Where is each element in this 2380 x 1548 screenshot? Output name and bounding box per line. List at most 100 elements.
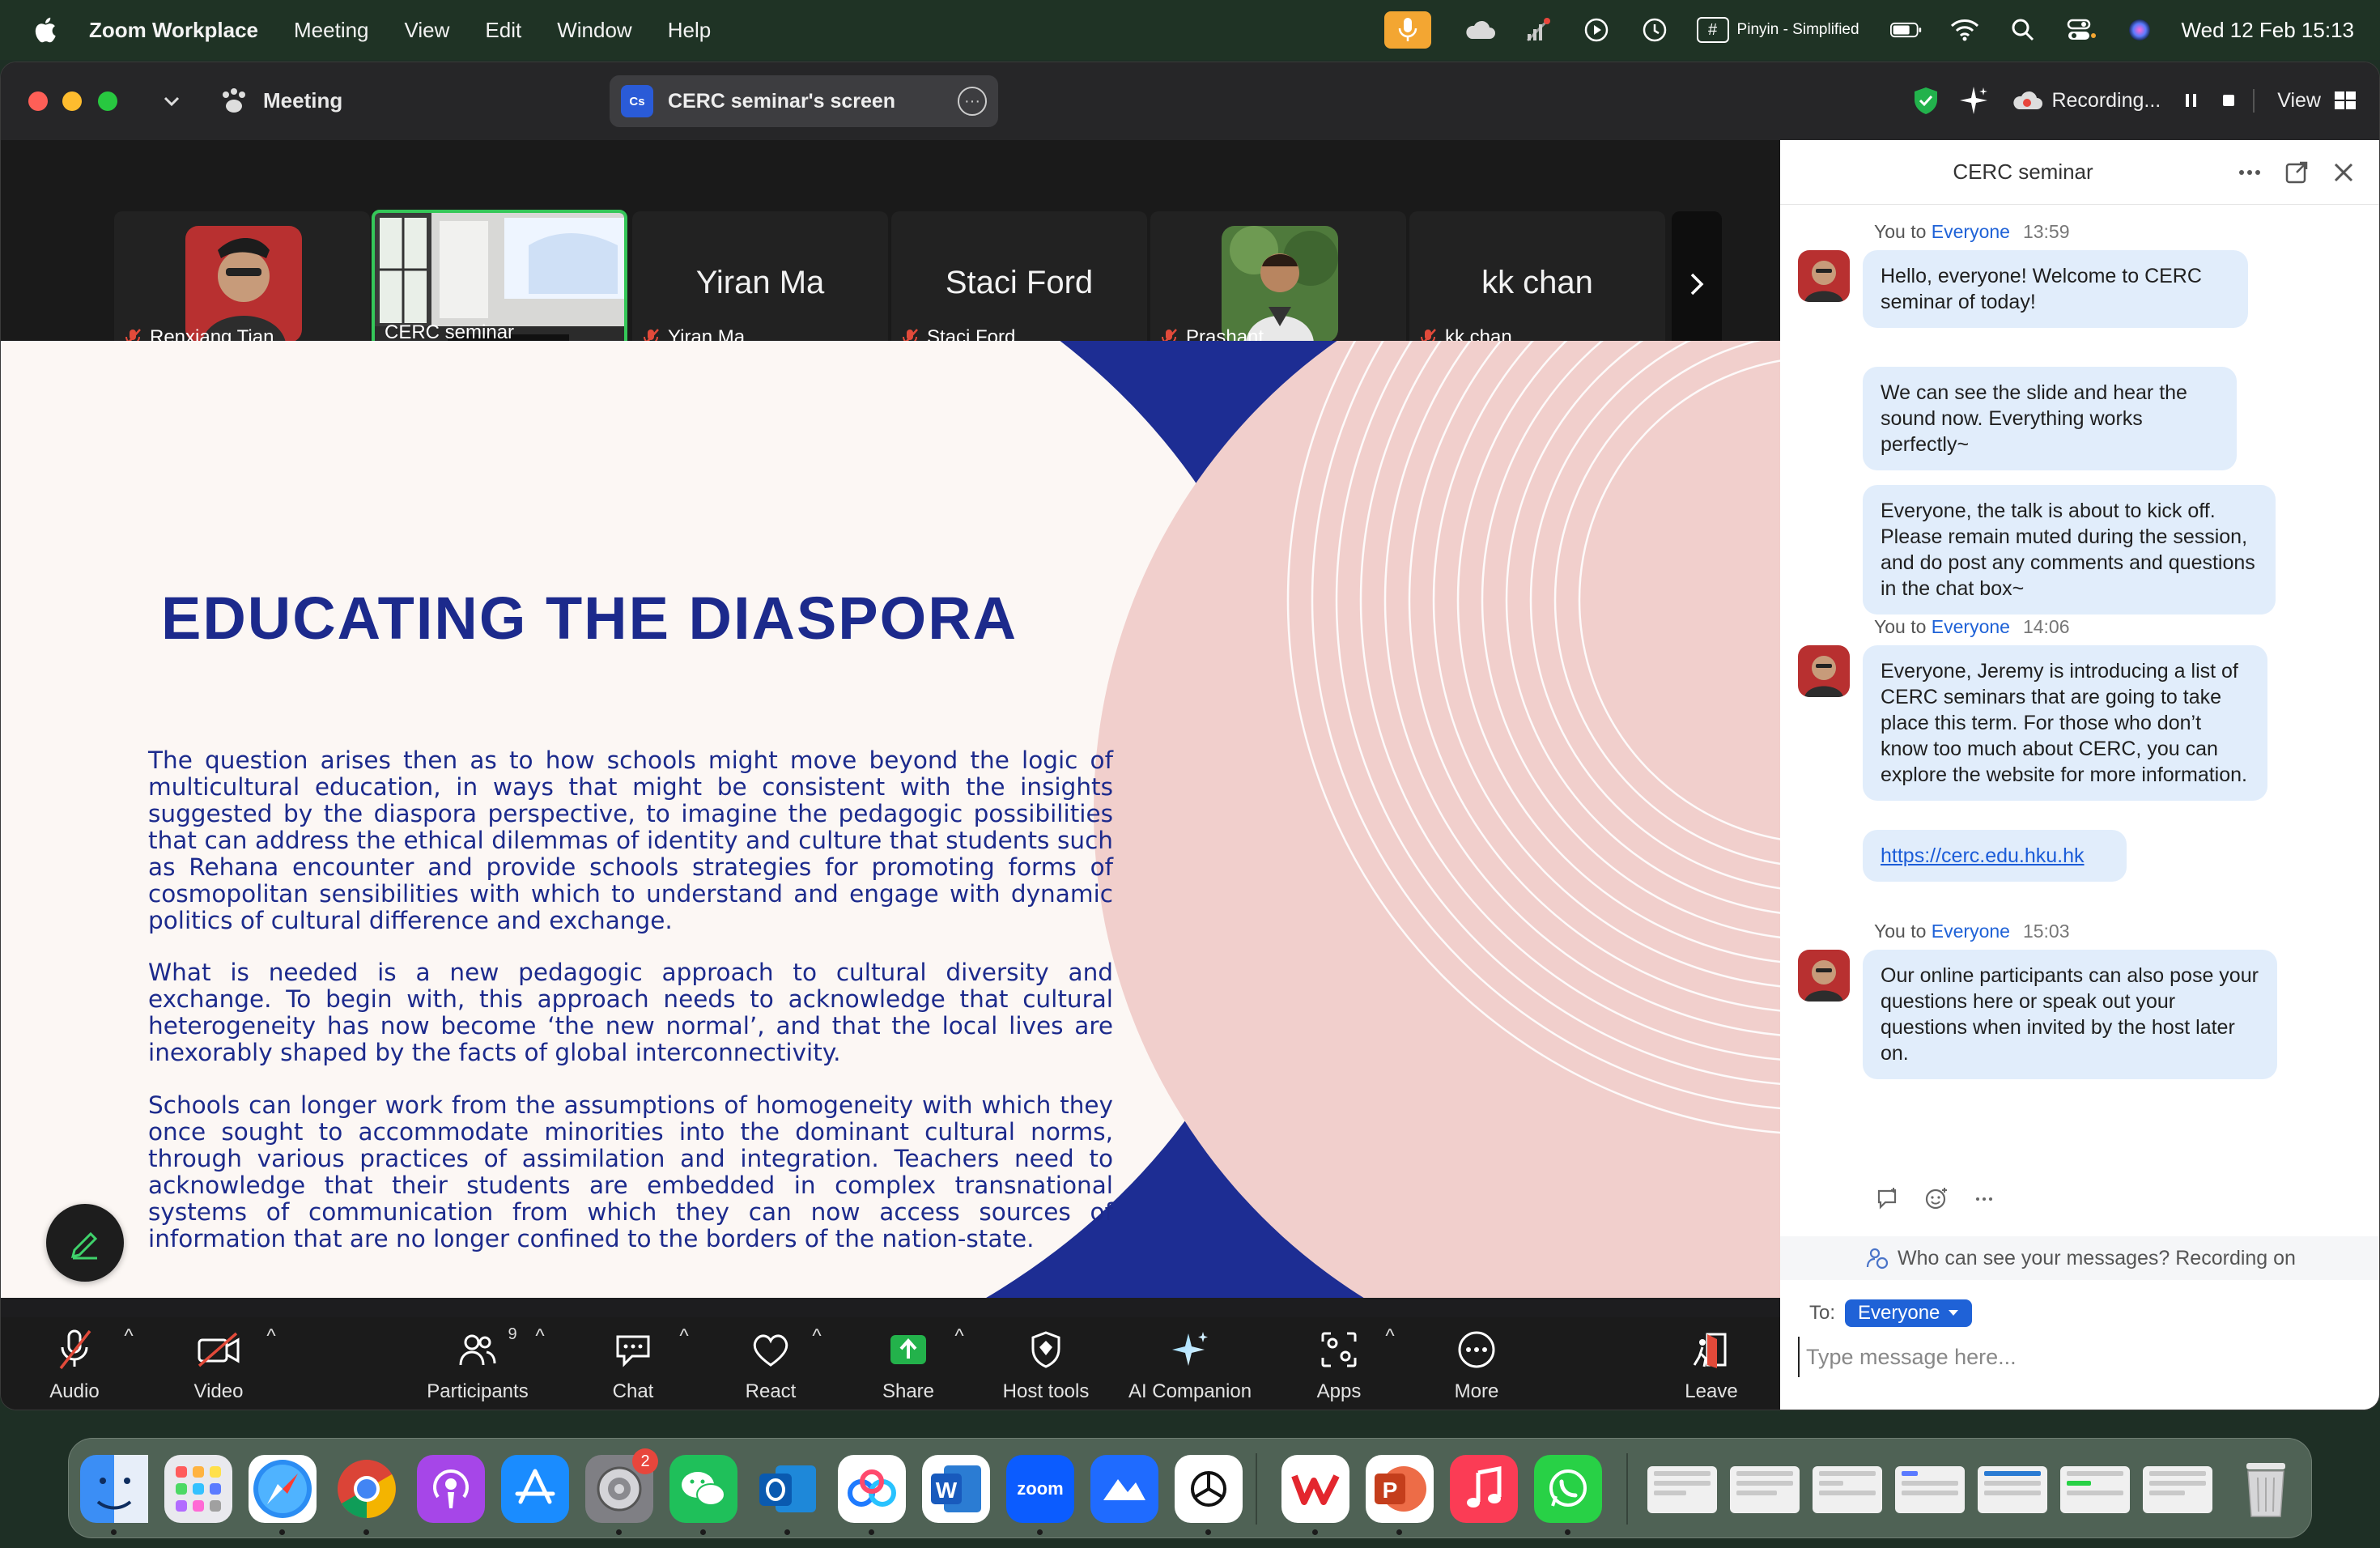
message-recipient[interactable]: Everyone: [1932, 616, 2010, 637]
lark-icon[interactable]: [1090, 1455, 1158, 1523]
close-window-button[interactable]: [28, 91, 48, 111]
finder-icon[interactable]: [80, 1455, 148, 1523]
chat-message-bubble[interactable]: Our online participants can also pose yo…: [1863, 950, 2277, 1079]
time-machine-icon[interactable]: [1638, 14, 1671, 46]
podcasts-icon[interactable]: [417, 1455, 485, 1523]
app-store-icon[interactable]: [501, 1455, 569, 1523]
chat-link-bubble[interactable]: https://cerc.edu.hku.hk: [1863, 830, 2127, 882]
encryption-shield-icon[interactable]: [1910, 85, 1941, 116]
app-menu[interactable]: Zoom Workplace: [89, 18, 258, 43]
message-input[interactable]: [1798, 1337, 2357, 1377]
gallery-grid-icon: [2335, 91, 2356, 109]
wifi-calling-icon[interactable]: [1522, 14, 1554, 46]
minimized-window[interactable]: [1730, 1466, 1800, 1513]
ai-sparkle-icon[interactable]: [1957, 84, 1990, 117]
participant-tile-active[interactable]: CERC seminar: [372, 210, 627, 355]
wps-icon[interactable]: [1281, 1455, 1349, 1523]
minimized-window[interactable]: [1895, 1466, 1965, 1513]
music-icon[interactable]: [1450, 1455, 1518, 1523]
message-visibility-notice[interactable]: Who can see your messages? Recording on: [1780, 1236, 2379, 1280]
chat-message-bubble[interactable]: Everyone, the talk is about to kick off.…: [1863, 485, 2276, 615]
zoom-icon[interactable]: zoom: [1006, 1455, 1074, 1523]
reply-icon[interactable]: [1876, 1186, 1900, 1210]
view-button[interactable]: View: [2253, 88, 2357, 113]
minimized-window[interactable]: [2143, 1466, 2212, 1513]
screen-options-icon[interactable]: ···: [958, 87, 987, 116]
chat-message-bubble[interactable]: Hello, everyone! Welcome to CERC seminar…: [1863, 250, 2248, 328]
baidu-netdisk-icon[interactable]: [838, 1455, 906, 1523]
message-recipient[interactable]: Everyone: [1932, 221, 2010, 242]
participant-tile[interactable]: Staci Ford Staci Ford: [891, 211, 1147, 357]
participants-button[interactable]: Participants: [409, 1325, 546, 1403]
minimized-window[interactable]: [1813, 1466, 1882, 1513]
chatgpt-icon[interactable]: [1175, 1455, 1243, 1523]
minimized-window[interactable]: [1647, 1466, 1717, 1513]
wifi-icon[interactable]: [1949, 14, 1981, 46]
audio-label: Audio: [49, 1380, 100, 1402]
annotate-button[interactable]: [46, 1204, 124, 1282]
react-options-caret[interactable]: ^: [809, 1325, 825, 1348]
menu-meeting[interactable]: Meeting: [294, 18, 369, 43]
trash-icon[interactable]: [2232, 1455, 2300, 1523]
close-icon[interactable]: [2331, 159, 2357, 185]
participant-tile[interactable]: Renxiang Tian: [114, 211, 370, 357]
powerpoint-icon[interactable]: P: [1366, 1455, 1434, 1523]
siri-icon[interactable]: [2123, 14, 2156, 46]
launchpad-icon[interactable]: [164, 1455, 232, 1523]
add-reaction-icon[interactable]: [1924, 1186, 1949, 1210]
minimize-window-button[interactable]: [62, 91, 82, 111]
cloud-icon[interactable]: [1464, 14, 1496, 46]
host-tools-button[interactable]: Host tools: [977, 1325, 1115, 1403]
website-link[interactable]: https://cerc.edu.hku.hk: [1881, 844, 2085, 867]
minimized-window[interactable]: [1978, 1466, 2047, 1513]
chrome-icon[interactable]: [333, 1455, 401, 1523]
zoom-window-button[interactable]: [98, 91, 117, 111]
stop-recording-icon[interactable]: [2219, 91, 2238, 110]
chat-message-bubble[interactable]: Everyone, Jeremy is introducing a list o…: [1863, 645, 2267, 801]
menu-edit[interactable]: Edit: [485, 18, 521, 43]
gallery-next-button[interactable]: [1672, 211, 1722, 357]
more-button[interactable]: More: [1408, 1325, 1545, 1403]
view-label: View: [2277, 88, 2321, 112]
message-header: You to Everyone 13:59: [1874, 221, 2070, 243]
menu-view[interactable]: View: [405, 18, 450, 43]
menu-window[interactable]: Window: [557, 18, 631, 43]
word-icon[interactable]: W: [922, 1455, 990, 1523]
control-center-icon[interactable]: [2065, 14, 2097, 46]
menu-clock[interactable]: Wed 12 Feb 15:13: [2182, 18, 2354, 43]
apps-options-caret[interactable]: ^: [1382, 1325, 1398, 1348]
whatsapp-icon[interactable]: [1534, 1455, 1602, 1523]
chevron-down-icon[interactable]: [161, 91, 182, 111]
participants-options-caret[interactable]: ^: [532, 1325, 548, 1348]
pop-out-icon[interactable]: [2284, 159, 2310, 185]
microphone-icon[interactable]: [1383, 11, 1431, 49]
spotlight-icon[interactable]: [2007, 14, 2039, 46]
share-options-caret[interactable]: ^: [951, 1325, 967, 1348]
system-settings-icon[interactable]: 2: [585, 1448, 658, 1523]
minimized-window[interactable]: [2060, 1466, 2130, 1513]
shared-screen-pill[interactable]: Cs CERC seminar's screen ···: [610, 75, 998, 127]
video-options-caret[interactable]: ^: [263, 1325, 279, 1348]
outlook-icon[interactable]: [754, 1455, 822, 1523]
participant-tile[interactable]: Prashant: [1150, 211, 1406, 357]
input-method-menu[interactable]: # Pinyin - Simplified: [1696, 17, 1859, 43]
message-recipient[interactable]: Everyone: [1932, 921, 2010, 942]
more-options-icon[interactable]: [1973, 1186, 1997, 1210]
cloud-recording-icon[interactable]: [2011, 88, 2043, 113]
participant-tile[interactable]: kk chan kk chan: [1409, 211, 1665, 357]
play-icon[interactable]: [1580, 14, 1613, 46]
pause-recording-icon[interactable]: [2182, 91, 2201, 110]
safari-icon[interactable]: [249, 1455, 317, 1523]
chat-more-icon[interactable]: [2237, 159, 2263, 185]
recipient-select[interactable]: Everyone: [1845, 1299, 1973, 1327]
battery-icon[interactable]: [1889, 14, 1923, 46]
ai-companion-button[interactable]: AI Companion: [1121, 1325, 1259, 1403]
leave-button[interactable]: Leave: [1643, 1325, 1780, 1403]
wechat-icon[interactable]: [669, 1455, 737, 1523]
chat-message-bubble[interactable]: We can see the slide and hear the sound …: [1863, 367, 2237, 470]
audio-options-caret[interactable]: ^: [121, 1325, 137, 1348]
participant-tile[interactable]: Yiran Ma Yiran Ma: [632, 211, 888, 357]
chat-options-caret[interactable]: ^: [676, 1325, 692, 1348]
apple-menu-icon[interactable]: [32, 15, 62, 45]
menu-help[interactable]: Help: [668, 18, 711, 43]
